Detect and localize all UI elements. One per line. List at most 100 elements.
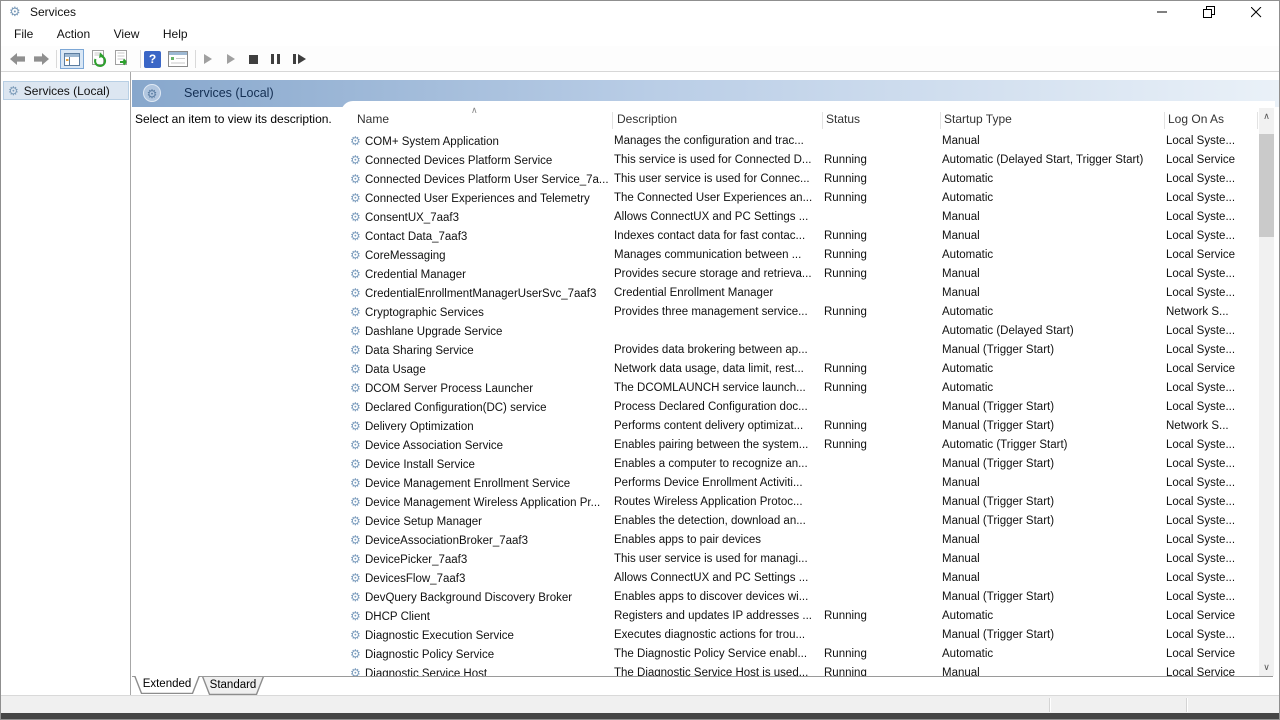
table-row[interactable]: ⚙Cryptographic Services Provides three m… [341,303,1259,322]
table-row[interactable]: ⚙Device Management Enrollment Service Pe… [341,474,1259,493]
help-icon[interactable]: ? [144,49,161,69]
menu-help[interactable]: Help [154,23,197,45]
service-gear-icon: ⚙ [350,170,365,189]
band-gear-icon: ⚙ [143,84,161,102]
table-row[interactable]: ⚙DeviceAssociationBroker_7aaf3 Enables a… [341,531,1259,550]
scroll-down-icon[interactable]: ∨ [1259,659,1274,676]
view-tab-strip: Extended Standard [132,676,1279,695]
table-row[interactable]: ⚙Diagnostic Service Host The Diagnostic … [341,664,1259,676]
restart-service-icon[interactable] [291,49,307,69]
services-window: ⚙ Services File Action View Help [0,0,1280,720]
tab-extended[interactable]: Extended [134,676,200,694]
service-gear-icon: ⚙ [350,246,365,265]
service-gear-icon: ⚙ [350,645,365,664]
service-gear-icon: ⚙ [350,132,365,151]
service-gear-icon: ⚙ [350,512,365,531]
table-row[interactable]: ⚙Diagnostic Execution Service Executes d… [341,626,1259,645]
show-console-tree-icon[interactable] [60,49,84,69]
table-row[interactable]: ⚙DHCP Client Registers and updates IP ad… [341,607,1259,626]
stop-service-icon[interactable] [247,49,259,69]
table-row[interactable]: ⚙ConsentUX_7aaf3 Allows ConnectUX and PC… [341,208,1259,227]
service-gear-icon: ⚙ [350,626,365,645]
service-gear-icon: ⚙ [350,569,365,588]
service-gear-icon: ⚙ [350,360,365,379]
export-list-icon[interactable] [114,49,132,69]
service-gear-icon: ⚙ [350,227,365,246]
table-row[interactable]: ⚙Device Setup Manager Enables the detect… [341,512,1259,531]
service-gear-icon: ⚙ [350,341,365,360]
table-row[interactable]: ⚙Device Install Service Enables a comput… [341,455,1259,474]
refresh-icon[interactable] [91,49,109,69]
tree-item-label: Services (Local) [24,84,110,98]
service-gear-icon: ⚙ [350,398,365,417]
table-row[interactable]: ⚙DevicesFlow_7aaf3 Allows ConnectUX and … [341,569,1259,588]
column-header-startup-type[interactable]: Startup Type [944,112,1012,126]
column-header-name[interactable]: Name [357,112,389,126]
properties-icon[interactable] [168,49,188,69]
console-tree-panel: ⚙ Services (Local) [1,72,131,695]
table-row[interactable]: ⚙Device Management Wireless Application … [341,493,1259,512]
table-row[interactable]: ⚙Connected Devices Platform Service This… [341,151,1259,170]
service-gear-icon: ⚙ [350,607,365,626]
column-header-status[interactable]: Status [826,112,860,126]
table-row[interactable]: ⚙Connected Devices Platform User Service… [341,170,1259,189]
table-row[interactable]: ⚙Device Association Service Enables pair… [341,436,1259,455]
column-header-description[interactable]: Description [617,112,677,126]
table-row[interactable]: ⚙DCOM Server Process Launcher The DCOMLA… [341,379,1259,398]
table-row[interactable]: ⚙Data Usage Network data usage, data lim… [341,360,1259,379]
service-gear-icon: ⚙ [350,436,365,455]
status-bar-divider [1186,698,1188,712]
status-bar [1,695,1279,714]
service-gear-icon: ⚙ [350,474,365,493]
tree-item-services-local[interactable]: ⚙ Services (Local) [3,81,129,100]
menu-view[interactable]: View [105,23,149,45]
window-bottom-edge [1,713,1279,720]
scroll-up-icon[interactable]: ∧ [1259,108,1274,125]
service-gear-icon: ⚙ [350,531,365,550]
service-gear-icon: ⚙ [350,284,365,303]
service-gear-icon: ⚙ [350,208,365,227]
menu-action[interactable]: Action [48,23,99,45]
window-title: Services [30,5,76,19]
table-header-row: ∧ Name Description Status Startup Type L… [341,108,1275,132]
sort-ascending-icon: ∧ [471,105,478,116]
column-header-log-on-as[interactable]: Log On As [1168,112,1224,126]
menu-bar: File Action View Help [1,23,1279,46]
table-row[interactable]: ⚙Diagnostic Policy Service The Diagnosti… [341,645,1259,664]
table-row[interactable]: ⚙Credential Manager Provides secure stor… [341,265,1259,284]
table-row[interactable]: ⚙Delivery Optimization Performs content … [341,417,1259,436]
table-row[interactable]: ⚙DevicePicker_7aaf3 This user service is… [341,550,1259,569]
service-gear-icon: ⚙ [350,550,365,569]
forward-icon[interactable] [31,49,51,69]
table-row[interactable]: ⚙COM+ System Application Manages the con… [341,132,1259,151]
toolbar: ? [1,46,1279,72]
table-row[interactable]: ⚙CredentialEnrollmentManagerUserSvc_7aaf… [341,284,1259,303]
app-gear-icon: ⚙ [9,4,21,20]
status-bar-divider [1049,698,1051,712]
close-button[interactable] [1233,1,1279,23]
service-gear-icon: ⚙ [350,493,365,512]
table-row[interactable]: ⚙Dashlane Upgrade Service Automatic (Del… [341,322,1259,341]
table-row[interactable]: ⚙Declared Configuration(DC) service Proc… [341,398,1259,417]
restore-button[interactable] [1186,1,1232,23]
table-row[interactable]: ⚙Data Sharing Service Provides data brok… [341,341,1259,360]
table-row[interactable]: ⚙DevQuery Background Discovery Broker En… [341,588,1259,607]
scrollbar-thumb[interactable] [1259,134,1274,237]
table-row[interactable]: ⚙Connected User Experiences and Telemetr… [341,189,1259,208]
service-gear-icon: ⚙ [350,379,365,398]
service-gear-icon: ⚙ [350,151,365,170]
menu-file[interactable]: File [5,23,42,45]
minimize-button[interactable] [1139,1,1185,23]
table-row[interactable]: ⚙CoreMessaging Manages communication bet… [341,246,1259,265]
back-icon[interactable] [7,49,27,69]
service-gear-icon: ⚙ [350,417,365,436]
start-service-icon[interactable] [202,49,214,69]
tab-standard[interactable]: Standard [202,677,264,695]
table-row[interactable]: ⚙Contact Data_7aaf3 Indexes contact data… [341,227,1259,246]
service-gear-icon: ⚙ [350,189,365,208]
pause-service-icon[interactable] [269,49,281,69]
vertical-scrollbar[interactable]: ∧ ∨ [1259,108,1274,676]
content-panel: ⚙ Services (Local) Select an item to vie… [132,72,1279,695]
resume-service-icon[interactable] [225,49,237,69]
service-gear-icon: ⚙ [350,588,365,607]
